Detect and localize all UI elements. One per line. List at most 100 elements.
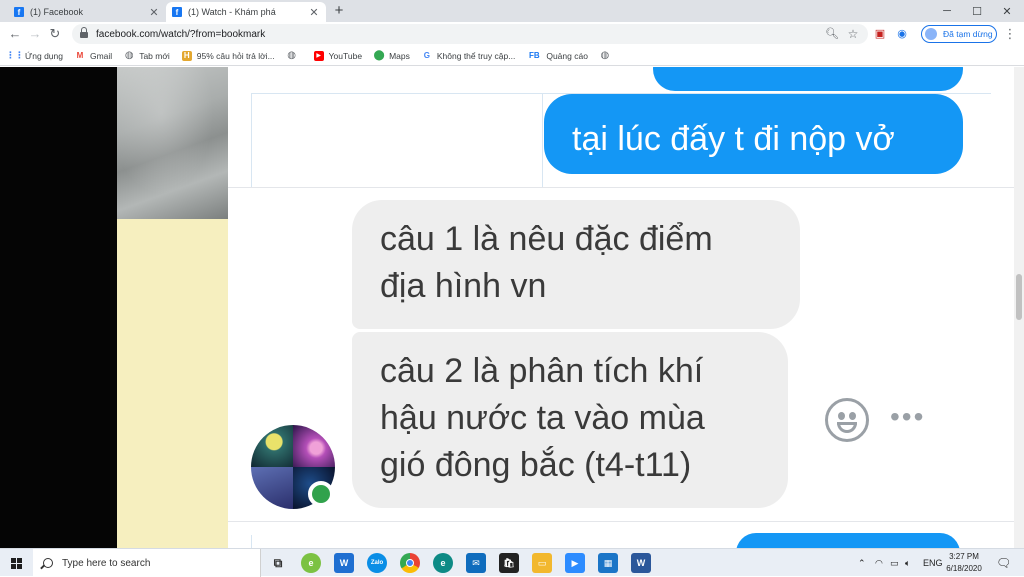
scrollbar-thumb[interactable] (1016, 274, 1022, 320)
bookmark-apps[interactable]: ⋮⋮ Ứng dụng (6, 50, 63, 61)
globe-icon: ◍ (124, 50, 134, 61)
word-icon[interactable]: W (631, 553, 651, 573)
taskbar-search-input[interactable]: Type here to search (33, 549, 261, 577)
lock-icon (80, 27, 88, 38)
clock-time: 3:27 PM (949, 552, 979, 561)
avatar-tile (251, 425, 293, 467)
more-options-icon[interactable]: ••• (890, 403, 925, 431)
bookmark-label: YouTube (328, 50, 363, 61)
bookmark-label: Gmail (89, 50, 113, 61)
message-bubble-outgoing (736, 533, 960, 548)
new-tab-button[interactable]: + (330, 2, 348, 20)
smiley-reaction-icon[interactable] (825, 398, 869, 442)
bookmark-globe[interactable]: ◍ (287, 50, 302, 61)
shield-app-icon[interactable]: W (334, 553, 354, 573)
back-button[interactable]: ← (6, 25, 24, 43)
online-status-dot (308, 481, 334, 507)
extension-circle-icon[interactable]: ◉ (894, 26, 910, 42)
show-hidden-icons[interactable]: ⌃ (858, 549, 866, 577)
apps-grid-icon: ⋮⋮ (6, 50, 24, 60)
store-icon[interactable]: 🛍︎ (499, 553, 519, 573)
tab-facebook[interactable]: f (1) Facebook ✕ (8, 2, 166, 22)
address-bar[interactable]: facebook.com/watch/?from=bookmark (72, 24, 868, 44)
gmail-icon: M (76, 51, 84, 60)
language-indicator[interactable]: ENG (923, 549, 943, 577)
message-text-line: địa hình vn (380, 267, 547, 305)
google-icon: G (423, 51, 430, 60)
video-letterbox (0, 67, 117, 548)
message-bubble-outgoing (653, 67, 963, 91)
clock-date: 6/18/2020 (946, 564, 982, 573)
reload-button[interactable]: ↻ (46, 25, 64, 43)
fb-text-icon: FB (528, 51, 540, 60)
tab-watch[interactable]: f (1) Watch - Khám phá ✕ (166, 2, 326, 22)
message-bubble-incoming: câu 2 là phân tích khí hậu nước ta vào m… (352, 332, 788, 508)
photos-icon[interactable]: ▦ (598, 553, 618, 573)
mail-icon[interactable]: ✉ (466, 553, 486, 573)
edge-icon[interactable]: e (433, 553, 453, 573)
minimize-button[interactable]: ─ (932, 0, 962, 22)
hoidap-icon: H (181, 50, 192, 61)
message-bubble-incoming: câu 1 là nêu đặc điểm địa hình vn (352, 200, 800, 329)
emoji-eye (849, 412, 856, 420)
task-view-icon[interactable]: ⧉ (268, 553, 288, 573)
green-app-icon[interactable]: e (301, 553, 321, 573)
youtube-icon: ▶ (313, 50, 324, 61)
bookmark-label: Maps (389, 50, 410, 61)
clock[interactable]: 3:27 PM 6/18/2020 (944, 551, 984, 575)
zoom-icon[interactable]: 🔍︎ (824, 26, 840, 42)
bookmark-maps[interactable]: ⬤ Maps (373, 50, 410, 61)
windows-taskbar: Type here to search ⧉ e W Zalo e ✉ 🛍︎ ▭ … (0, 548, 1024, 577)
bookmark-label: Quảng cáo (546, 50, 588, 61)
emoji-mouth (837, 422, 857, 433)
divider (228, 187, 1014, 188)
background-photo (117, 67, 228, 219)
close-tab-icon[interactable]: ✕ (308, 6, 320, 19)
tab-title: (1) Facebook (30, 7, 84, 17)
bookmark-ads[interactable]: FB Quảng cáo (527, 51, 588, 61)
wifi-icon[interactable]: ◠ (875, 549, 883, 577)
menu-kebab-icon[interactable]: ⋮ (1002, 26, 1018, 42)
bookmark-gmail[interactable]: M Gmail (75, 50, 113, 61)
bookmark-youtube[interactable]: ▶ YouTube (313, 50, 363, 61)
file-explorer-icon[interactable]: ▭ (532, 553, 552, 573)
address-url: facebook.com/watch/?from=bookmark (96, 28, 266, 40)
windows-logo-icon (10, 557, 22, 569)
bookmark-google[interactable]: G Không thể truy cập... (422, 51, 516, 61)
bookmark-label: 95% câu hỏi trả lời... (196, 50, 275, 61)
message-text-line: gió đông bắc (t4-t11) (380, 446, 692, 484)
close-tab-icon[interactable]: ✕ (148, 6, 160, 19)
background-photo-lower (117, 219, 228, 548)
zalo-icon[interactable]: Zalo (367, 553, 387, 573)
search-placeholder: Type here to search (62, 557, 151, 569)
maps-pin-icon: ⬤ (373, 50, 385, 61)
battery-icon[interactable]: ▭ (890, 549, 899, 577)
divider (251, 93, 252, 187)
message-text: tại lúc đấy t đi nộp vở (572, 120, 895, 158)
start-button[interactable] (0, 549, 32, 577)
divider (228, 521, 1014, 522)
bookmarks-bar: ⋮⋮ Ứng dụng M Gmail ◍ Tab mới H 95% câu … (0, 46, 1024, 66)
close-window-button[interactable]: ✕ (992, 0, 1022, 22)
bookmark-hoidap[interactable]: H 95% câu hỏi trả lời... (181, 50, 275, 61)
page-scrollbar[interactable] (1014, 67, 1024, 548)
forward-button[interactable]: → (26, 25, 44, 43)
chrome-icon[interactable] (400, 553, 420, 573)
zoom-icon[interactable]: ▶ (565, 553, 585, 573)
globe-icon: ◍ (287, 50, 297, 61)
bookmark-globe[interactable]: ◍ (600, 50, 615, 61)
bookmark-new-tab[interactable]: ◍ Tab mới (124, 50, 170, 61)
profile-avatar-icon (925, 28, 937, 40)
bookmark-star-icon[interactable]: ☆ (845, 26, 861, 42)
extension-icon[interactable]: ▣ (872, 26, 888, 42)
avatar-tile (293, 425, 335, 467)
profile-button[interactable]: Đã tạm dừng (921, 25, 997, 43)
facebook-favicon-icon: f (14, 7, 24, 17)
maximize-button[interactable]: ☐ (962, 0, 992, 22)
tab-strip: f (1) Facebook ✕ f (1) Watch - Khám phá … (0, 0, 1024, 22)
browser-toolbar: ← → ↻ facebook.com/watch/?from=bookmark … (0, 22, 1024, 46)
volume-icon[interactable]: 🔈︎ (905, 549, 910, 577)
notification-icon[interactable]: 🗨︎ (996, 549, 1011, 577)
chat-screenshot: tại lúc đấy t đi nộp vở câu 1 là nêu đặc… (228, 67, 1014, 548)
tab-title: (1) Watch - Khám phá (188, 7, 276, 17)
